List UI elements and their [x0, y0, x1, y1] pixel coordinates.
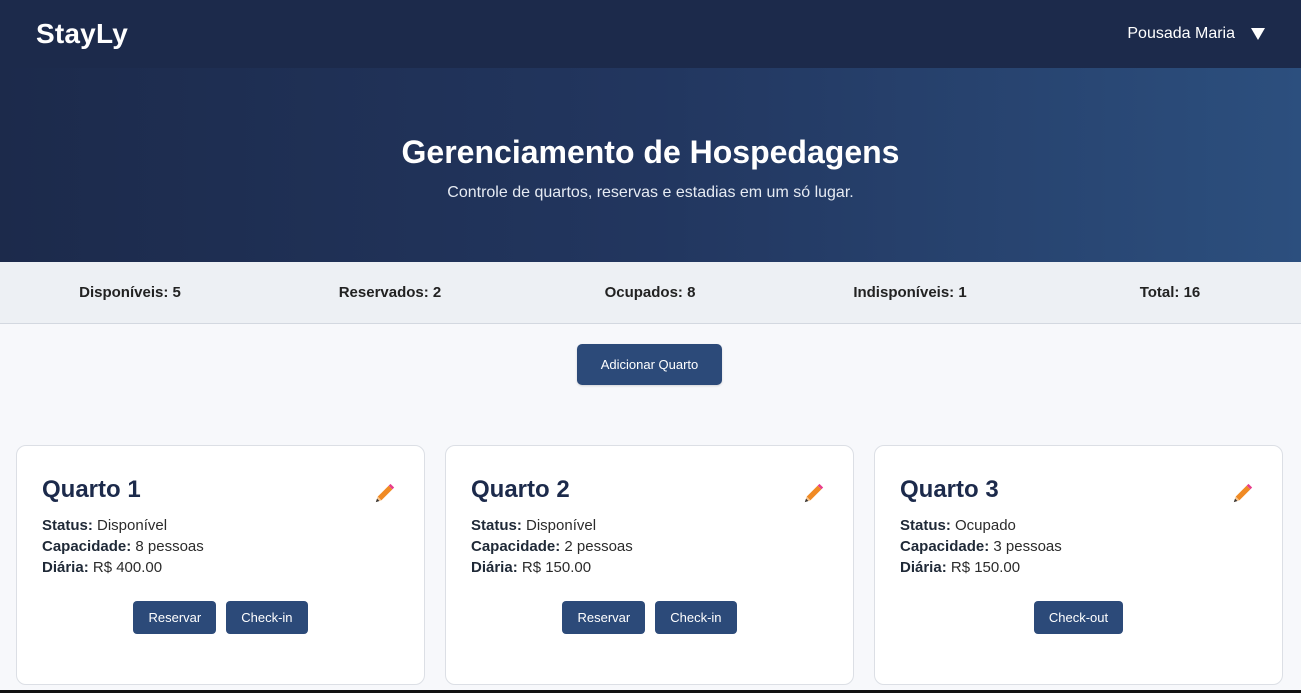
room-title: Quarto 3	[900, 476, 999, 503]
stat-occupied: Ocupados: 8	[604, 284, 696, 301]
capacity-label: Capacidade:	[900, 538, 990, 555]
rate-label: Diária:	[471, 559, 518, 576]
room-card: Quarto 1 Status: Disponível Capacidade: …	[16, 445, 425, 685]
page-subtitle: Controle de quartos, reservas e estadias…	[447, 184, 854, 201]
reserve-button[interactable]: Reservar	[133, 601, 217, 634]
capacity-label: Capacidade:	[471, 538, 561, 555]
add-room-button[interactable]: Adicionar Quarto	[577, 344, 722, 385]
room-title: Quarto 2	[471, 476, 570, 503]
chevron-down-icon[interactable]	[1251, 28, 1265, 40]
status-value: Ocupado	[955, 517, 1016, 534]
capacity-label: Capacidade:	[42, 538, 132, 555]
capacity-row: Capacidade: 8 pessoas	[42, 536, 204, 557]
rate-value: R$ 150.00	[521, 559, 592, 576]
room-details: Status: Disponível Capacidade: 8 pessoas…	[42, 515, 204, 578]
rate-label: Diária:	[900, 559, 947, 576]
check-in-button[interactable]: Check-in	[226, 601, 308, 634]
pencil-icon[interactable]	[1232, 482, 1254, 504]
pencil-icon[interactable]	[803, 482, 825, 504]
room-card: Quarto 2 Status: Disponível Capacidade: …	[445, 445, 854, 685]
status-row: Status: Ocupado	[900, 515, 1062, 536]
status-label: Status:	[42, 517, 93, 534]
user-name: Pousada Maria	[1127, 25, 1235, 42]
top-navbar: StayLy Pousada Maria	[0, 0, 1301, 68]
capacity-row: Capacidade: 3 pessoas	[900, 536, 1062, 557]
room-title: Quarto 1	[42, 476, 141, 503]
room-details: Status: Ocupado Capacidade: 3 pessoas Di…	[900, 515, 1062, 578]
capacity-value: 3 pessoas	[993, 538, 1062, 555]
rate-row: Diária: R$ 150.00	[900, 557, 1062, 578]
capacity-value: 2 pessoas	[564, 538, 633, 555]
stat-reserved: Reservados: 2	[338, 284, 442, 301]
capacity-value: 8 pessoas	[135, 538, 204, 555]
stats-bar: Disponíveis: 5 Reservados: 2 Ocupados: 8…	[0, 262, 1301, 324]
rate-value: R$ 150.00	[950, 559, 1021, 576]
hero-banner: Gerenciamento de Hospedagens Controle de…	[0, 68, 1301, 262]
rate-label: Diária:	[42, 559, 89, 576]
brand-logo[interactable]: StayLy	[36, 18, 128, 50]
room-actions: Reservar Check-in	[17, 601, 424, 634]
room-actions: Check-out	[875, 601, 1282, 634]
stat-available: Disponíveis: 5	[79, 284, 181, 301]
status-row: Status: Disponível	[471, 515, 633, 536]
check-in-button[interactable]: Check-in	[655, 601, 737, 634]
check-out-button[interactable]: Check-out	[1033, 601, 1124, 634]
page-title: Gerenciamento de Hospedagens	[401, 134, 900, 170]
reserve-button[interactable]: Reservar	[562, 601, 646, 634]
status-label: Status:	[900, 517, 951, 534]
status-label: Status:	[471, 517, 522, 534]
user-menu[interactable]: Pousada Maria	[1127, 25, 1265, 43]
rate-row: Diária: R$ 400.00	[42, 557, 204, 578]
status-row: Status: Disponível	[42, 515, 204, 536]
room-card: Quarto 3 Status: Ocupado Capacidade: 3 p…	[874, 445, 1283, 685]
stat-unavailable: Indisponíveis: 1	[853, 284, 967, 301]
stat-total: Total: 16	[1139, 284, 1201, 301]
capacity-row: Capacidade: 2 pessoas	[471, 536, 633, 557]
room-details: Status: Disponível Capacidade: 2 pessoas…	[471, 515, 633, 578]
status-value: Disponível	[526, 517, 597, 534]
room-actions: Reservar Check-in	[446, 601, 853, 634]
status-value: Disponível	[97, 517, 168, 534]
pencil-icon[interactable]	[374, 482, 396, 504]
rate-value: R$ 400.00	[92, 559, 163, 576]
rate-row: Diária: R$ 150.00	[471, 557, 633, 578]
